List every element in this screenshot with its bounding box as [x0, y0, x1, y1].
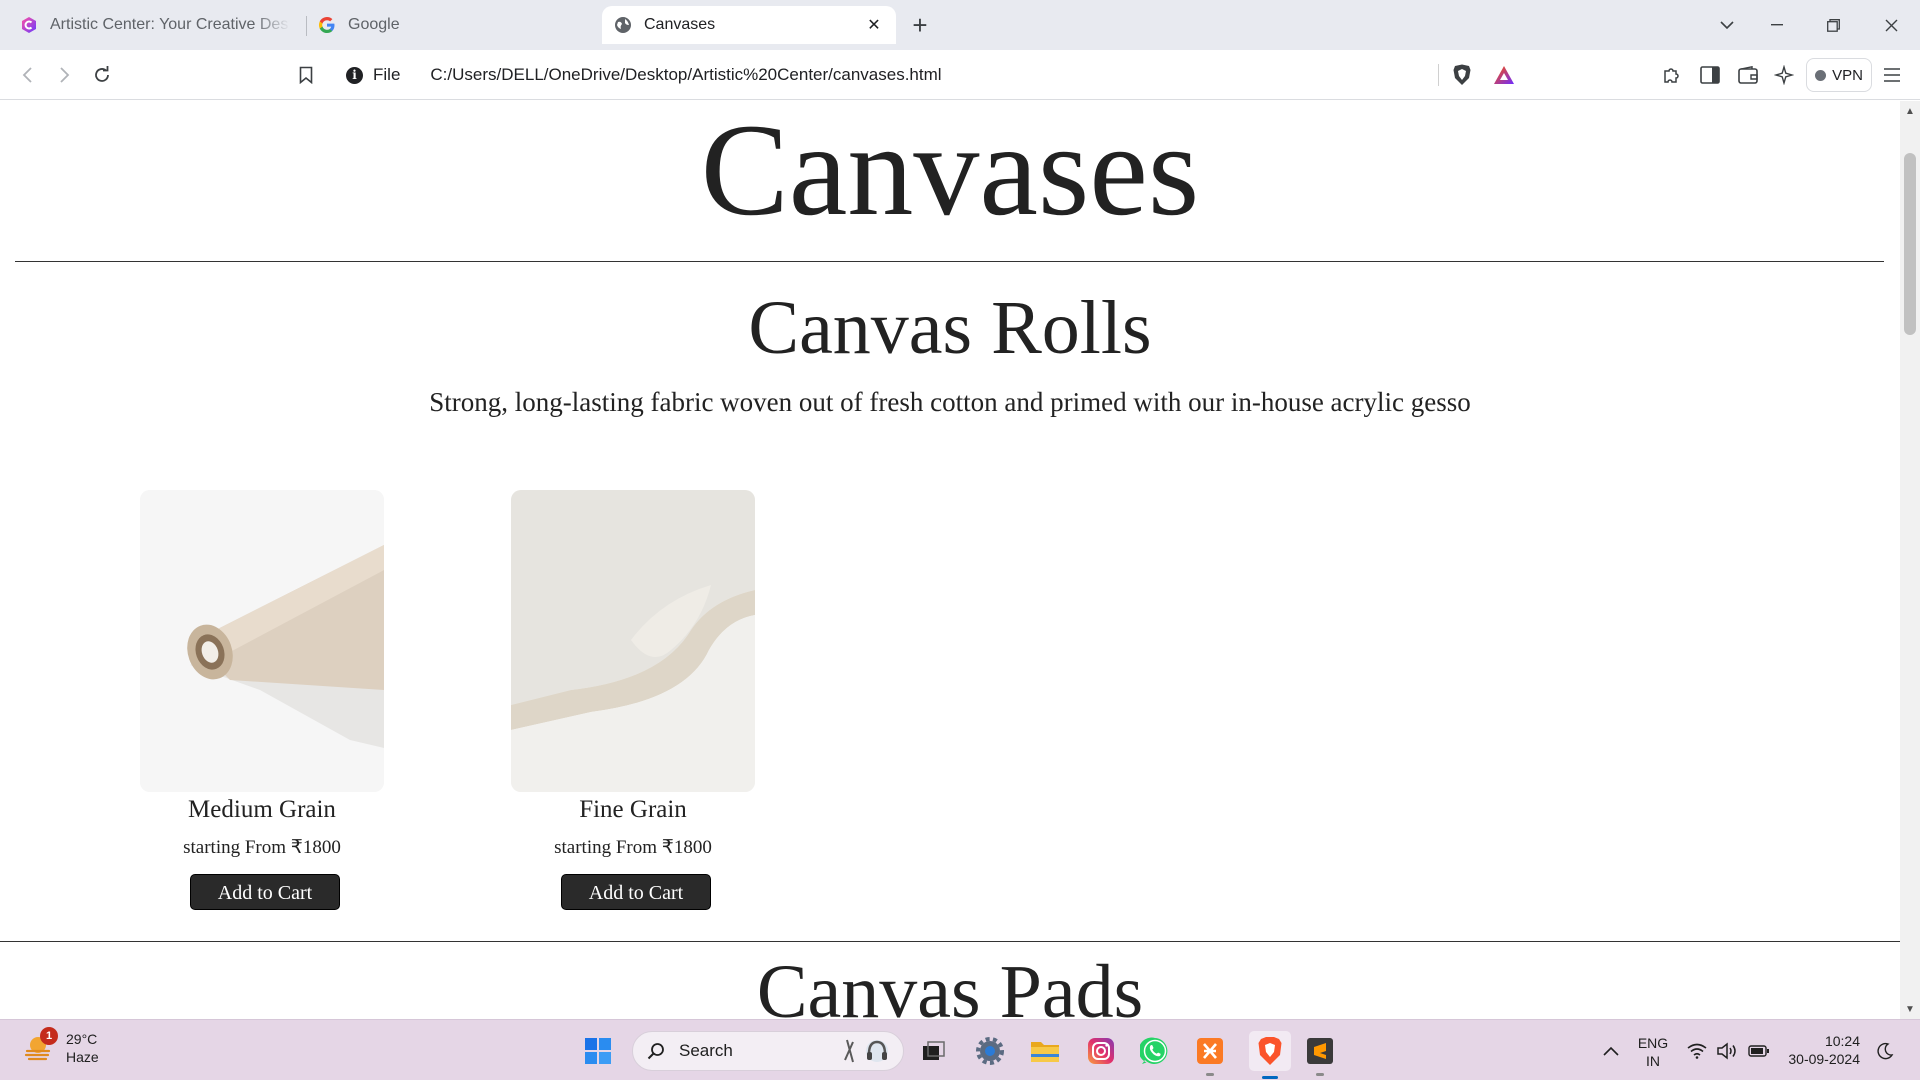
clock-date: 30-09-2024: [1788, 1051, 1860, 1067]
vpn-label: VPN: [1832, 66, 1863, 84]
tab-strip: Artistic Center: Your Creative Destinati…: [0, 0, 1920, 50]
weather-badge: 1: [40, 1027, 58, 1045]
vpn-button[interactable]: VPN: [1806, 58, 1872, 92]
sidebar-icon[interactable]: [1696, 61, 1724, 89]
scroll-up-arrow-icon[interactable]: ▲: [1900, 101, 1920, 121]
reload-icon[interactable]: [88, 61, 116, 89]
leo-ai-icon[interactable]: [1770, 61, 1798, 89]
tab-search-chevron-icon[interactable]: [1710, 10, 1744, 40]
canvas-fabric-image: [511, 490, 755, 792]
section-description: Strong, long-lasting fabric woven out of…: [429, 387, 1471, 417]
globe-icon: [614, 16, 632, 34]
wallet-icon[interactable]: [1734, 61, 1762, 89]
extensions-icon[interactable]: [1658, 61, 1686, 89]
file-explorer-icon[interactable]: [1028, 1034, 1062, 1068]
artistic-center-logo-icon: [20, 16, 38, 34]
tab-google[interactable]: Google: [306, 6, 596, 44]
close-tab-icon[interactable]: ✕: [864, 15, 884, 35]
brave-shields-icon[interactable]: [1448, 61, 1476, 89]
windows-taskbar: 1 29°C Haze Search ENG IN 10:24 30-09-20…: [0, 1019, 1920, 1080]
section-title: Canvas Rolls: [748, 286, 1152, 370]
page-scrollbar[interactable]: ▲ ▼: [1900, 101, 1920, 1019]
add-to-cart-button[interactable]: Add to Cart: [190, 874, 340, 910]
brave-browser-taskbar-icon[interactable]: [1249, 1031, 1291, 1079]
browser-toolbar: i File C:/Users/DELL/OneDrive/Desktop/Ar…: [0, 50, 1920, 100]
next-section-title: Canvas Pads: [756, 950, 1144, 1019]
region-code: IN: [1646, 1053, 1660, 1069]
system-clock[interactable]: 10:24 30-09-2024: [1780, 1032, 1860, 1068]
weather-temperature: 29°C: [66, 1031, 98, 1047]
language-code: ENG: [1637, 1035, 1669, 1051]
title-divider: [15, 261, 1884, 262]
vpn-status-icon: [1815, 69, 1827, 81]
tab-artistic-center[interactable]: Artistic Center: Your Creative Destinati…: [8, 6, 306, 44]
tab-title: Canvases: [644, 16, 716, 33]
product-price: starting From ₹1800: [183, 837, 341, 858]
close-window-icon[interactable]: [1874, 10, 1908, 40]
do-not-disturb-moon-icon[interactable]: [1870, 1034, 1900, 1068]
show-hidden-icons-chevron-icon[interactable]: [1594, 1034, 1628, 1068]
tab-title: Google: [348, 16, 400, 33]
canvas-roll-image: [140, 490, 384, 792]
search-label: Search: [679, 1041, 733, 1060]
whatsapp-icon[interactable]: [1138, 1034, 1172, 1068]
scrollbar-thumb[interactable]: [1904, 153, 1916, 335]
bookmark-icon[interactable]: [292, 61, 320, 89]
battery-icon[interactable]: [1744, 1034, 1774, 1068]
search-icon: [647, 1042, 665, 1060]
product-card-medium-grain: Medium Grain starting From ₹1800 Add to …: [140, 490, 384, 930]
windows-start-icon[interactable]: [581, 1034, 615, 1068]
sublime-text-icon[interactable]: [1303, 1034, 1337, 1076]
omnibox-separator: [1438, 64, 1439, 86]
weather-widget[interactable]: 1 29°C Haze: [24, 1027, 99, 1066]
settings-gear-icon[interactable]: [973, 1034, 1007, 1068]
minimize-icon[interactable]: [1760, 10, 1794, 40]
instagram-icon[interactable]: [1084, 1034, 1118, 1068]
menu-icon[interactable]: [1878, 61, 1906, 89]
section-divider: [0, 941, 1900, 942]
xampp-icon[interactable]: [1193, 1034, 1227, 1076]
restore-icon[interactable]: [1816, 10, 1850, 40]
search-highlight-icon: [839, 1036, 893, 1066]
site-info-button[interactable]: i File: [346, 65, 400, 85]
forward-icon[interactable]: [50, 61, 78, 89]
weather-haze-icon: 1: [24, 1027, 58, 1063]
tab-title: Artistic Center: Your Creative Destinati…: [50, 16, 290, 33]
new-tab-button[interactable]: +: [906, 12, 934, 40]
language-indicator[interactable]: ENG IN: [1628, 1034, 1678, 1070]
taskbar-search-box[interactable]: Search: [632, 1031, 904, 1071]
page-viewport: Canvases Canvas Rolls Strong, long-lasti…: [0, 101, 1900, 1019]
url-text[interactable]: C:/Users/DELL/OneDrive/Desktop/Artistic%…: [430, 65, 941, 85]
back-icon[interactable]: [14, 61, 42, 89]
address-bar[interactable]: i File C:/Users/DELL/OneDrive/Desktop/Ar…: [334, 56, 1540, 94]
task-view-icon[interactable]: [917, 1034, 951, 1068]
add-to-cart-button[interactable]: Add to Cart: [561, 874, 711, 910]
product-name: Fine Grain: [579, 796, 687, 823]
info-icon: i: [346, 66, 363, 84]
google-g-icon: [318, 16, 336, 34]
page-title: Canvases: [700, 101, 1200, 243]
volume-icon[interactable]: [1712, 1034, 1742, 1068]
brave-rewards-icon[interactable]: [1490, 61, 1518, 89]
running-indicator: [1316, 1073, 1324, 1076]
wifi-icon[interactable]: [1682, 1034, 1712, 1068]
weather-condition: Haze: [66, 1049, 99, 1065]
active-indicator: [1262, 1076, 1278, 1079]
running-indicator: [1206, 1073, 1214, 1076]
scroll-down-arrow-icon[interactable]: ▼: [1900, 999, 1920, 1019]
scheme-label: File: [373, 65, 401, 84]
product-name: Medium Grain: [188, 796, 336, 823]
product-price: starting From ₹1800: [554, 837, 712, 858]
clock-time: 10:24: [1824, 1033, 1860, 1049]
product-card-fine-grain: Fine Grain starting From ₹1800 Add to Ca…: [511, 490, 755, 930]
tab-canvases[interactable]: Canvases ✕: [602, 6, 896, 44]
